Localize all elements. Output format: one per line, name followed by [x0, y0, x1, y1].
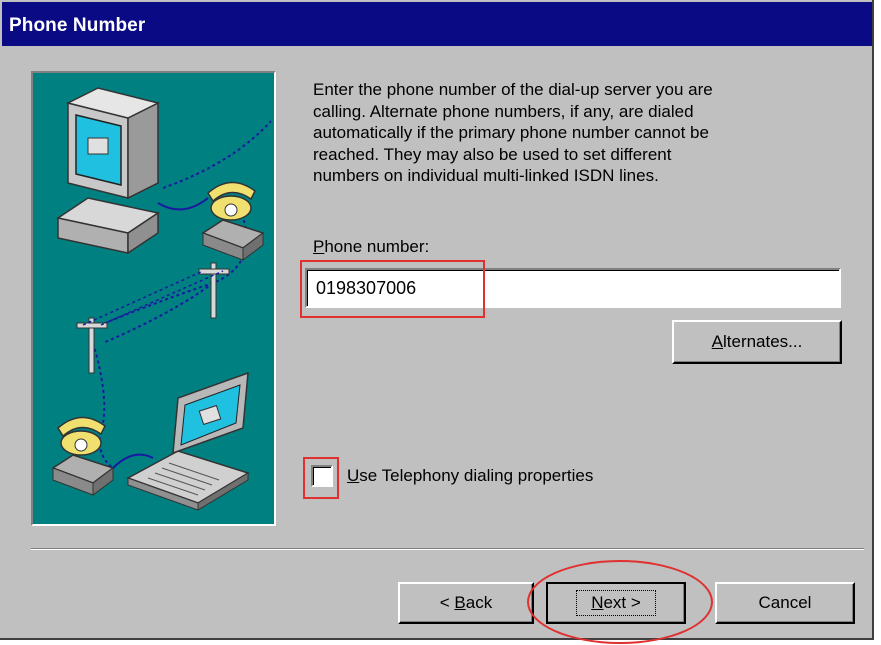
desktop-computer-icon — [56, 87, 209, 255]
utility-pole-icon — [76, 262, 230, 374]
next-focus-rect: Next > — [576, 590, 656, 616]
next-button[interactable]: Next > — [546, 582, 686, 624]
title-bar: Phone Number — [2, 2, 872, 46]
dialog-window: Phone Number Enter the phone number of t… — [0, 0, 874, 644]
telephony-accelerator: U — [347, 466, 360, 485]
instructions-text: Enter the phone number of the dial-up se… — [313, 80, 713, 185]
window-title: Phone Number — [9, 15, 146, 36]
back-button[interactable]: < Back — [398, 582, 534, 624]
back-accelerator: B — [454, 593, 466, 612]
telephone-icon — [201, 181, 265, 261]
network-illustration-icon — [51, 87, 272, 511]
back-label: ack — [465, 593, 493, 612]
alternates-button[interactable]: Alternates... — [672, 320, 842, 364]
alternates-accelerator: A — [711, 332, 723, 351]
next-accelerator: N — [591, 593, 604, 612]
phone-number-input[interactable] — [305, 268, 841, 308]
wizard-illustration — [31, 71, 276, 526]
phone-label-accelerator: P — [313, 237, 325, 256]
phone-label-text: hone number: — [324, 237, 430, 256]
telephony-checkbox-label[interactable]: Use Telephony dialing properties — [347, 466, 593, 486]
phone-number-label: Phone number: — [313, 237, 429, 257]
next-label: ext > — [603, 593, 641, 612]
laptop-icon — [126, 371, 250, 511]
cancel-button[interactable]: Cancel — [715, 582, 855, 624]
divider — [31, 548, 864, 550]
back-prefix: < — [439, 593, 455, 612]
alternates-label: lternates... — [722, 332, 803, 351]
telephony-checkbox[interactable] — [311, 465, 333, 487]
telephony-label-text: se Telephony dialing properties — [359, 466, 594, 485]
